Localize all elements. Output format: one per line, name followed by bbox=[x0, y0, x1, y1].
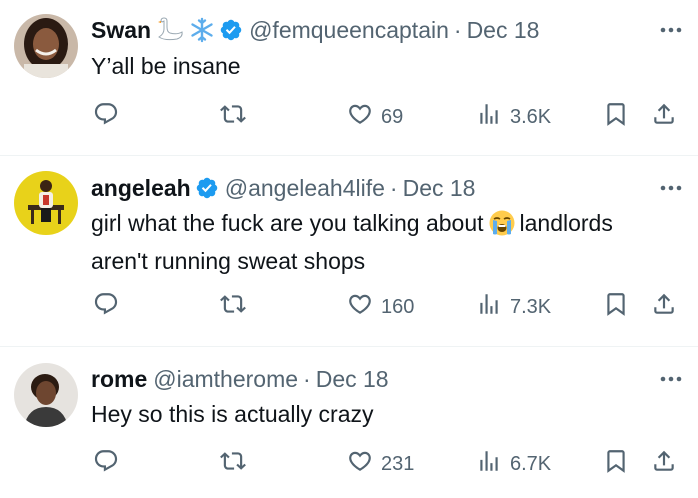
snowflake-emoji-icon bbox=[189, 17, 215, 43]
separator-dot: · bbox=[389, 174, 398, 201]
tweet-text: Y’all be insane bbox=[91, 50, 668, 82]
avatar[interactable] bbox=[14, 14, 78, 78]
reply-button[interactable] bbox=[93, 101, 127, 133]
separator-dot: · bbox=[453, 16, 462, 43]
like-count: 69 bbox=[381, 105, 404, 128]
retweet-icon bbox=[220, 101, 246, 133]
loudly-crying-face-emoji-icon bbox=[488, 209, 516, 245]
handle[interactable]: @iamtherome bbox=[153, 366, 298, 393]
share-icon bbox=[651, 448, 677, 480]
reply-button[interactable] bbox=[93, 291, 127, 323]
views-icon bbox=[476, 101, 502, 133]
like-count: 231 bbox=[381, 452, 415, 475]
retweet-icon bbox=[220, 291, 246, 323]
tweet[interactable]: Swan @femqueencaptain · Dec 18 Y’all be … bbox=[0, 0, 698, 156]
share-button[interactable] bbox=[651, 448, 677, 480]
views-icon bbox=[476, 448, 502, 480]
separator-dot: · bbox=[303, 365, 311, 392]
heart-icon bbox=[347, 291, 373, 323]
retweet-button[interactable] bbox=[220, 291, 254, 323]
more-icon[interactable] bbox=[658, 175, 684, 201]
verified-badge-icon[interactable] bbox=[195, 176, 219, 200]
share-icon bbox=[651, 101, 677, 133]
avatar[interactable] bbox=[14, 363, 78, 427]
views-button[interactable]: 6.7K bbox=[476, 448, 551, 480]
views-icon bbox=[476, 291, 502, 323]
like-button[interactable]: 160 bbox=[347, 291, 414, 323]
heart-icon bbox=[347, 448, 373, 480]
retweet-button[interactable] bbox=[220, 448, 254, 480]
swan-emoji-icon bbox=[155, 17, 185, 43]
share-icon bbox=[651, 291, 677, 323]
more-icon[interactable] bbox=[658, 366, 684, 392]
action-bar: 231 6.7K bbox=[91, 448, 687, 480]
reply-icon bbox=[93, 291, 119, 323]
verified-badge-icon[interactable] bbox=[219, 18, 243, 42]
bookmark-icon bbox=[603, 291, 629, 323]
timestamp[interactable]: Dec 18 bbox=[467, 17, 540, 44]
tweet-header: rome @iamtherome · Dec 18 bbox=[91, 364, 658, 394]
like-button[interactable]: 69 bbox=[347, 101, 403, 133]
retweet-button[interactable] bbox=[220, 101, 254, 133]
tweet-text: girl what the fuck are you talking about… bbox=[91, 207, 668, 277]
handle[interactable]: @angeleah4life bbox=[225, 175, 385, 202]
tweet[interactable]: rome @iamtherome · Dec 18 Hey so this is… bbox=[0, 347, 698, 498]
bookmark-icon bbox=[603, 101, 629, 133]
bookmark-button[interactable] bbox=[603, 448, 629, 480]
timestamp[interactable]: Dec 18 bbox=[316, 366, 389, 393]
tweet-text: Hey so this is actually crazy bbox=[91, 398, 668, 430]
tweet[interactable]: angeleah @angeleah4life · Dec 18 girl wh… bbox=[0, 156, 698, 347]
reply-button[interactable] bbox=[93, 448, 127, 480]
tweet-feed: Swan @femqueencaptain · Dec 18 Y’all be … bbox=[0, 0, 698, 498]
share-button[interactable] bbox=[651, 291, 677, 323]
tweet-text-content: Hey so this is actually crazy bbox=[91, 401, 374, 427]
avatar[interactable] bbox=[14, 171, 78, 235]
display-name[interactable]: angeleah bbox=[91, 175, 191, 202]
views-count: 3.6K bbox=[510, 105, 552, 128]
action-bar: 69 3.6K bbox=[91, 101, 687, 133]
share-button[interactable] bbox=[651, 101, 677, 133]
retweet-icon bbox=[220, 448, 246, 480]
heart-icon bbox=[347, 101, 373, 133]
more-icon[interactable] bbox=[658, 17, 684, 43]
bookmark-button[interactable] bbox=[603, 101, 629, 133]
action-bar: 160 7.3K bbox=[91, 291, 687, 323]
display-name[interactable]: rome bbox=[91, 366, 147, 393]
timestamp[interactable]: Dec 18 bbox=[403, 175, 476, 202]
bookmark-button[interactable] bbox=[603, 291, 629, 323]
views-button[interactable]: 7.3K bbox=[476, 291, 551, 323]
views-button[interactable]: 3.6K bbox=[476, 101, 551, 133]
like-button[interactable]: 231 bbox=[347, 448, 414, 480]
like-count: 160 bbox=[381, 295, 415, 318]
reply-icon bbox=[93, 101, 119, 133]
tweet-text-content: girl what the fuck are you talking about bbox=[91, 210, 484, 236]
tweet-text-content: Y’all be insane bbox=[91, 53, 241, 79]
display-name[interactable]: Swan bbox=[91, 17, 151, 44]
reply-icon bbox=[93, 448, 119, 480]
handle[interactable]: @femqueencaptain bbox=[249, 17, 449, 44]
views-count: 7.3K bbox=[510, 295, 552, 318]
views-count: 6.7K bbox=[510, 452, 552, 475]
tweet-header: angeleah @angeleah4life · Dec 18 bbox=[91, 173, 658, 203]
bookmark-icon bbox=[603, 448, 629, 480]
tweet-header: Swan @femqueencaptain · Dec 18 bbox=[91, 15, 658, 45]
